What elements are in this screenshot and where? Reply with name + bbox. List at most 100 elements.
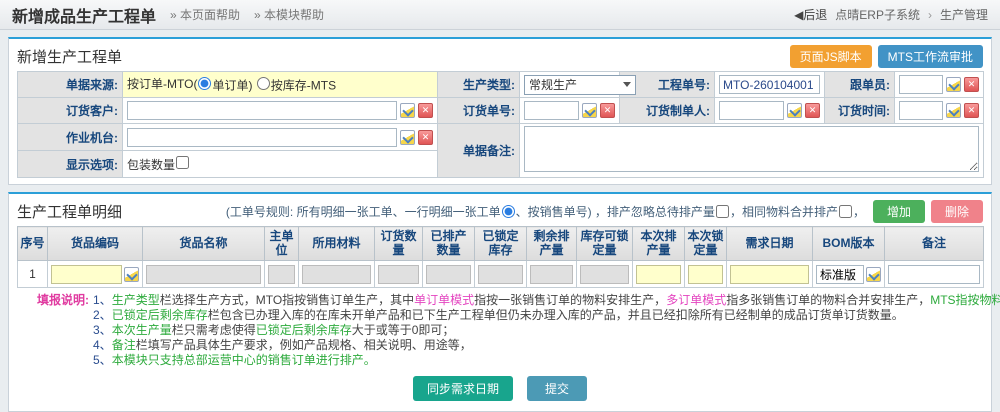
col-unit: 主单位 [265, 227, 299, 261]
cell-unit [265, 261, 299, 288]
cell-order-qty [375, 261, 423, 288]
cell-need-date [727, 261, 813, 288]
delete-row-button[interactable]: 删除 [931, 200, 983, 223]
picker-icon[interactable] [400, 103, 415, 118]
rule-text-prefix: (工单号规则: 所有明细一张工单、一行明细一张工单 [226, 203, 501, 220]
clear-icon[interactable]: ✕ [964, 103, 979, 118]
source-mts-radio[interactable] [257, 77, 270, 90]
clear-icon[interactable]: ✕ [805, 103, 820, 118]
note-input[interactable] [888, 265, 980, 284]
customer-label: 订货客户: [18, 98, 123, 124]
order-head-form: 单据来源: 按订单-MTO(单订单) 按库存-MTS 生产类型: 常规生产 工程… [17, 71, 984, 178]
cell-seq: 1 [18, 261, 48, 288]
instruction-line-4: 4、备注栏填写产品具体生产要求，例如产品规格、相关说明、用途等， [93, 338, 1000, 353]
page-js-script-button[interactable]: 页面JS脚本 [790, 45, 872, 68]
sync-need-date-button[interactable]: 同步需求日期 [413, 376, 513, 401]
new-order-panel: 新增生产工程单 页面JS脚本 MTS工作流审批 单据来源: 按订单-MTO(单订… [8, 37, 992, 185]
breadcrumb-section[interactable]: 生产管理 [940, 6, 988, 23]
clear-icon[interactable]: ✕ [418, 130, 433, 145]
instruction-line-2: 2、已锁定后剩余库存栏包含已办理入库的在库未开单产品和已下生产工程单但仍未办理入… [93, 308, 1000, 323]
detail-panel: 生产工程单明细 (工单号规则: 所有明细一张工单、一行明细一张工单、按销售单号)… [8, 192, 992, 412]
picker-icon[interactable] [946, 103, 961, 118]
order-no-input[interactable] [719, 75, 820, 94]
page-help-link[interactable]: » 本页面帮助 [170, 6, 240, 23]
col-scheduled-qty: 已排产数量 [423, 227, 475, 261]
source-field: 按订单-MTO(单订单) 按库存-MTS [123, 72, 438, 98]
breadcrumb-separator: › [928, 8, 932, 22]
col-note: 备注 [885, 227, 984, 261]
clear-icon[interactable]: ✕ [600, 103, 615, 118]
purchase-time-field: ✕ [895, 98, 984, 124]
locked-stock-readonly [478, 265, 523, 284]
picker-icon[interactable] [787, 103, 802, 118]
col-need-date: 需求日期 [727, 227, 813, 261]
page-title: 新增成品生产工程单 [12, 3, 156, 27]
instruction-line-5: 5、本模块只支持总部运营中心的销售订单进行排产。 [93, 353, 1000, 368]
this-schedule-qty-input[interactable] [636, 265, 681, 284]
clear-icon[interactable]: ✕ [964, 77, 979, 92]
detail-header-row: 序号 货品编码 货品名称 主单位 所用材料 订货数量 已排产数量 已锁定库存 剩… [18, 227, 984, 261]
cell-scheduled-qty [423, 261, 475, 288]
purchase-no-field: ✕ [520, 98, 620, 124]
instruction-line-1: 1、生产类型栏选择生产方式，MTO指按销售订单生产，其中单订单模式指按一张销售订… [93, 293, 1000, 308]
col-bom-version: BOM版本 [813, 227, 885, 261]
col-lockable-stock: 库存可锁定量 [577, 227, 633, 261]
item-code-input[interactable] [51, 265, 122, 284]
cell-note [885, 261, 984, 288]
rule-text-end: ， [853, 203, 865, 220]
breadcrumb-system[interactable]: 点晴ERP子系统 [835, 6, 920, 23]
fill-instructions: 填报说明: 1、生产类型栏选择生产方式，MTO指按销售订单生产，其中单订单模式指… [37, 293, 983, 368]
top-header-bar: 新增成品生产工程单 » 本页面帮助 » 本模块帮助 ◀后退 点晴ERP子系统 ›… [0, 0, 1000, 30]
bom-version-input[interactable] [816, 265, 864, 284]
picker-icon[interactable] [400, 130, 415, 145]
add-row-button[interactable]: 增加 [873, 200, 925, 223]
rule-one-line-radio[interactable] [502, 205, 515, 218]
material-readonly [302, 265, 371, 284]
merge-same-material-checkbox[interactable] [839, 205, 852, 218]
customer-input[interactable] [127, 101, 397, 120]
source-single-order-radio[interactable] [198, 77, 211, 90]
prod-type-select[interactable]: 常规生产 [524, 75, 636, 95]
mts-workflow-approve-button[interactable]: MTS工作流审批 [878, 45, 983, 68]
follower-label: 跟单员: [825, 72, 895, 98]
col-order-qty: 订货数量 [375, 227, 423, 261]
purchase-time-label: 订货时间: [825, 98, 895, 124]
module-help-link[interactable]: » 本模块帮助 [254, 6, 324, 23]
picker-icon[interactable] [866, 267, 881, 282]
prod-type-field: 常规生产 [520, 72, 620, 98]
submit-button[interactable]: 提交 [527, 376, 587, 401]
follower-field: ✕ [895, 72, 984, 98]
picker-icon[interactable] [946, 77, 961, 92]
cell-this-schedule-qty [633, 261, 685, 288]
cell-this-lock-qty [685, 261, 727, 288]
this-lock-qty-input[interactable] [688, 265, 723, 284]
need-date-input[interactable] [730, 265, 809, 284]
ignore-pending-qty-checkbox[interactable] [716, 205, 729, 218]
machine-label: 作业机台: [18, 124, 123, 151]
picker-icon[interactable] [124, 267, 139, 282]
col-this-lock-qty: 本次锁定量 [685, 227, 727, 261]
source-label: 单据来源: [18, 72, 123, 98]
remark-field [520, 124, 984, 178]
purchase-maker-input[interactable] [719, 101, 784, 120]
purchase-no-input[interactable] [524, 101, 579, 120]
col-material: 所用材料 [299, 227, 375, 261]
clear-icon[interactable]: ✕ [418, 103, 433, 118]
remark-textarea[interactable] [524, 126, 979, 172]
order-no-field [715, 72, 825, 98]
cell-item-name [143, 261, 265, 288]
col-item-name: 货品名称 [143, 227, 265, 261]
source-mts-label: 按库存-MTS [271, 79, 336, 93]
cell-locked-stock [475, 261, 527, 288]
rule-text-mid: 、按销售单号) ，排产忽略总待排产量 [516, 203, 715, 220]
picker-icon[interactable] [582, 103, 597, 118]
cell-lockable-stock [577, 261, 633, 288]
purchase-time-input[interactable] [899, 101, 943, 120]
machine-input[interactable] [127, 128, 397, 147]
pack-qty-checkbox[interactable] [176, 156, 189, 169]
detail-table: 序号 货品编码 货品名称 主单位 所用材料 订货数量 已排产数量 已锁定库存 剩… [17, 226, 984, 288]
col-item-code: 货品编码 [48, 227, 143, 261]
follower-input[interactable] [899, 75, 943, 94]
order-panel-title: 新增生产工程单 [17, 46, 122, 67]
back-link[interactable]: ◀后退 [794, 6, 827, 23]
